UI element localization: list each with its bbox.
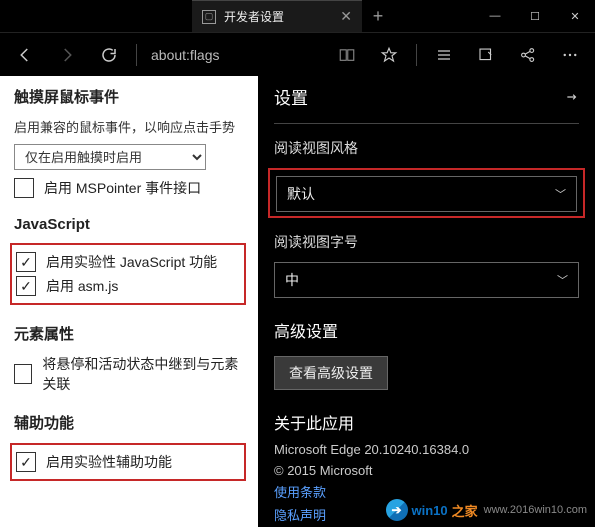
size-select[interactable]: 中 ﹀ [274, 262, 579, 298]
book-icon [338, 46, 356, 64]
version-text: Microsoft Edge 20.10240.16384.0 [274, 442, 579, 457]
touch-desc: 启用兼容的鼠标事件，以响应点击手势 [14, 117, 246, 136]
js-highlight: 启用实验性 JavaScript 功能 启用 asm.js [10, 243, 246, 305]
a11y-highlight: 启用实验性辅助功能 [10, 443, 246, 481]
suspend-label: 将悬停和活动状态中继到与元素关联 [42, 354, 246, 394]
panel-title: 设置 [274, 84, 308, 109]
tab-page-icon: ▢ [202, 10, 216, 24]
back-icon [16, 46, 34, 64]
active-tab[interactable]: ▢ 开发者设置 ✕ [192, 0, 362, 32]
watermark-brand: win10 [412, 503, 448, 518]
about-heading: 关于此应用 [274, 410, 579, 434]
tab-close-icon[interactable]: ✕ [340, 8, 352, 25]
nav-separator [136, 44, 137, 66]
asm-row[interactable]: 启用 asm.js [16, 276, 240, 296]
title-bar: ▢ 开发者设置 ✕ + — ☐ ✕ [0, 0, 595, 32]
watermark-suffix: 之家 [452, 501, 478, 520]
checkbox-unchecked-icon[interactable] [14, 178, 34, 198]
reading-view-button[interactable] [328, 36, 366, 74]
address-bar[interactable]: about:flags [145, 47, 324, 63]
pin-icon[interactable] [565, 90, 579, 104]
elem-heading: 元素属性 [14, 323, 246, 344]
checkbox-checked-icon[interactable] [16, 252, 36, 272]
forward-button [48, 36, 86, 74]
window-controls: — ☐ ✕ [475, 0, 595, 32]
nav-separator-2 [416, 44, 417, 66]
watermark: ➔ win10 之家 www.2016win10.com [386, 499, 587, 521]
panel-header: 设置 [274, 84, 579, 109]
mspointer-row[interactable]: 启用 MSPointer 事件接口 [14, 178, 246, 198]
more-icon [561, 46, 579, 64]
size-value: 中 [285, 270, 299, 290]
style-select[interactable]: 默认 ﹀ [276, 176, 577, 212]
watermark-logo-icon: ➔ [386, 499, 408, 521]
advanced-heading: 高级设置 [274, 318, 579, 342]
tab-label: 开发者设置 [224, 8, 332, 25]
style-label: 阅读视图风格 [274, 138, 579, 158]
suspend-row[interactable]: 将悬停和活动状态中继到与元素关联 [14, 354, 246, 394]
nav-bar: about:flags [0, 32, 595, 76]
share-icon [519, 46, 537, 64]
favorite-button[interactable] [370, 36, 408, 74]
pen-icon [477, 46, 495, 64]
titlebar-spacer [394, 0, 475, 32]
close-button[interactable]: ✕ [555, 0, 595, 32]
refresh-icon [100, 46, 118, 64]
chevron-down-icon: ﹀ [557, 272, 568, 288]
maximize-button[interactable]: ☐ [515, 0, 555, 32]
js-exp-label: 启用实验性 JavaScript 功能 [46, 252, 217, 272]
refresh-button[interactable] [90, 36, 128, 74]
checkbox-checked-icon[interactable] [16, 276, 36, 296]
back-button[interactable] [6, 36, 44, 74]
copyright-text: © 2015 Microsoft [274, 463, 579, 478]
touch-select[interactable]: 仅在启用触摸时启用 [14, 144, 206, 170]
star-icon [380, 46, 398, 64]
a11y-heading: 辅助功能 [14, 412, 246, 433]
style-value: 默认 [287, 184, 315, 204]
flags-pane: 触摸屏鼠标事件 启用兼容的鼠标事件，以响应点击手势 仅在启用触摸时启用 启用 M… [0, 76, 258, 527]
watermark-url: www.2016win10.com [484, 504, 587, 516]
share-button[interactable] [509, 36, 547, 74]
js-heading: JavaScript [14, 216, 246, 233]
minimize-button[interactable]: — [475, 0, 515, 32]
webnote-button[interactable] [467, 36, 505, 74]
hub-button[interactable] [425, 36, 463, 74]
checkbox-checked-icon[interactable] [16, 452, 36, 472]
inactive-tab[interactable] [0, 0, 192, 32]
a11y-exp-label: 启用实验性辅助功能 [46, 452, 172, 472]
mspointer-label: 启用 MSPointer 事件接口 [44, 178, 201, 198]
more-button[interactable] [551, 36, 589, 74]
settings-pane: 设置 阅读视图风格 默认 ﹀ 阅读视图字号 中 ﹀ 高级设置 查看高级设置 关于… [258, 76, 595, 527]
js-exp-row[interactable]: 启用实验性 JavaScript 功能 [16, 252, 240, 272]
size-label: 阅读视图字号 [274, 232, 579, 252]
asm-label: 启用 asm.js [46, 276, 118, 296]
newtab-button[interactable]: + [362, 0, 394, 32]
a11y-exp-row[interactable]: 启用实验性辅助功能 [16, 452, 240, 472]
chevron-down-icon: ﹀ [555, 186, 566, 202]
advanced-button[interactable]: 查看高级设置 [274, 356, 388, 390]
divider [274, 123, 579, 124]
forward-icon [58, 46, 76, 64]
hub-icon [435, 47, 453, 63]
touch-heading: 触摸屏鼠标事件 [14, 86, 246, 107]
content: 触摸屏鼠标事件 启用兼容的鼠标事件，以响应点击手势 仅在启用触摸时启用 启用 M… [0, 76, 595, 527]
checkbox-unchecked-icon[interactable] [14, 364, 32, 384]
style-highlight: 默认 ﹀ [268, 168, 585, 218]
